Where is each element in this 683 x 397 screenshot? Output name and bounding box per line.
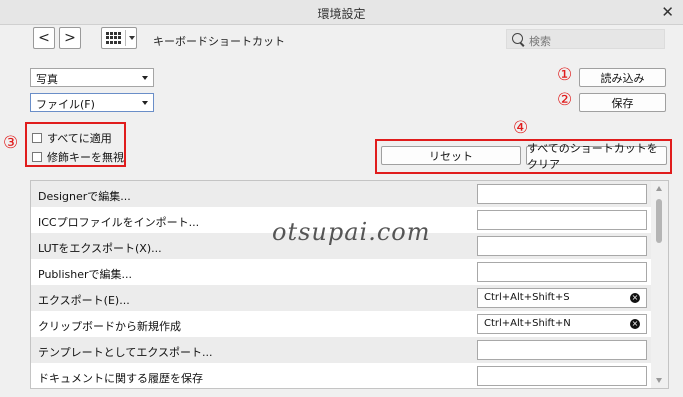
apply-all-checkbox[interactable]: すべてに適用 bbox=[32, 130, 112, 146]
annotation-3: ③ bbox=[3, 133, 19, 153]
shortcut-field[interactable] bbox=[477, 340, 647, 360]
clear-shortcut-icon[interactable]: × bbox=[630, 293, 640, 303]
persona-select-value: 写真 bbox=[36, 73, 58, 86]
search-placeholder: 検索 bbox=[529, 35, 551, 48]
shortcut-field[interactable]: Ctrl+Alt+Shift+N × bbox=[477, 314, 647, 334]
command-label: クリップボードから新規作成 bbox=[38, 320, 181, 333]
ignore-modifiers-label: 修飾キーを無視 bbox=[47, 151, 124, 164]
import-button[interactable]: 読み込み bbox=[579, 68, 666, 87]
command-label: テンプレートとしてエクスポート... bbox=[38, 346, 213, 359]
command-label: Designerで編集... bbox=[38, 190, 131, 203]
vertical-scrollbar[interactable] bbox=[651, 181, 668, 388]
window-title: 環境設定 bbox=[317, 7, 366, 21]
list-item[interactable]: エクスポート(E)... Ctrl+Alt+Shift+S × bbox=[31, 285, 651, 311]
list-item[interactable]: ドキュメントに関する履歴を保存 bbox=[31, 363, 651, 388]
annotation-1: ① bbox=[557, 65, 573, 85]
view-grid-button[interactable] bbox=[101, 27, 137, 49]
watermark: otsupai.com bbox=[272, 218, 431, 246]
checkbox-box[interactable] bbox=[32, 152, 42, 162]
category-select[interactable]: ファイル(F) bbox=[30, 93, 154, 112]
command-label: LUTをエクスポート(X)... bbox=[38, 242, 162, 255]
annotation-2: ② bbox=[557, 90, 573, 110]
scroll-thumb[interactable] bbox=[656, 199, 662, 243]
save-button[interactable]: 保存 bbox=[579, 93, 666, 112]
ignore-modifiers-checkbox[interactable]: 修飾キーを無視 bbox=[32, 149, 124, 165]
chevron-down-icon bbox=[129, 36, 135, 40]
shortcut-field[interactable] bbox=[477, 210, 647, 230]
shortcut-field[interactable] bbox=[477, 236, 647, 256]
chevron-down-icon bbox=[142, 101, 148, 105]
command-label: エクスポート(E)... bbox=[38, 294, 130, 307]
list-item[interactable]: Publisherで編集... bbox=[31, 259, 651, 285]
list-item[interactable]: Designerで編集... bbox=[31, 181, 651, 207]
shortcut-field[interactable] bbox=[477, 184, 647, 204]
apply-all-label: すべてに適用 bbox=[47, 132, 112, 145]
shortcut-field[interactable] bbox=[477, 366, 647, 386]
clear-all-shortcuts-button[interactable]: すべてのショートカットをクリア bbox=[526, 142, 667, 171]
breadcrumb: キーボードショートカット bbox=[153, 35, 285, 48]
reset-button[interactable]: リセット bbox=[381, 146, 521, 165]
command-label: Publisherで編集... bbox=[38, 268, 132, 281]
scroll-up-icon[interactable] bbox=[656, 186, 662, 191]
list-item[interactable]: テンプレートとしてエクスポート... bbox=[31, 337, 651, 363]
close-icon[interactable]: ✕ bbox=[661, 3, 674, 21]
grid-icon bbox=[106, 32, 122, 44]
scroll-down-icon[interactable] bbox=[656, 378, 662, 383]
persona-select[interactable]: 写真 bbox=[30, 68, 154, 87]
clear-shortcut-icon[interactable]: × bbox=[630, 319, 640, 329]
command-label: ドキュメントに関する履歴を保存 bbox=[38, 372, 203, 385]
list-item[interactable]: クリップボードから新規作成 Ctrl+Alt+Shift+N × bbox=[31, 311, 651, 337]
chevron-down-icon bbox=[142, 76, 148, 80]
shortcut-field[interactable] bbox=[477, 262, 647, 282]
annotation-4: ④ bbox=[513, 118, 529, 138]
checkbox-box[interactable] bbox=[32, 133, 42, 143]
search-icon bbox=[512, 33, 523, 44]
forward-button[interactable]: > bbox=[59, 27, 81, 49]
search-input[interactable]: 検索 bbox=[506, 29, 665, 49]
shortcut-list: Designerで編集... ICCプロファイルをインポート... LUTをエク… bbox=[30, 180, 669, 389]
title-bar: 環境設定 ✕ bbox=[0, 0, 683, 25]
back-button[interactable]: < bbox=[33, 27, 55, 49]
category-select-value: ファイル(F) bbox=[36, 98, 95, 111]
shortcut-field[interactable]: Ctrl+Alt+Shift+S × bbox=[477, 288, 647, 308]
command-label: ICCプロファイルをインポート... bbox=[38, 216, 200, 229]
